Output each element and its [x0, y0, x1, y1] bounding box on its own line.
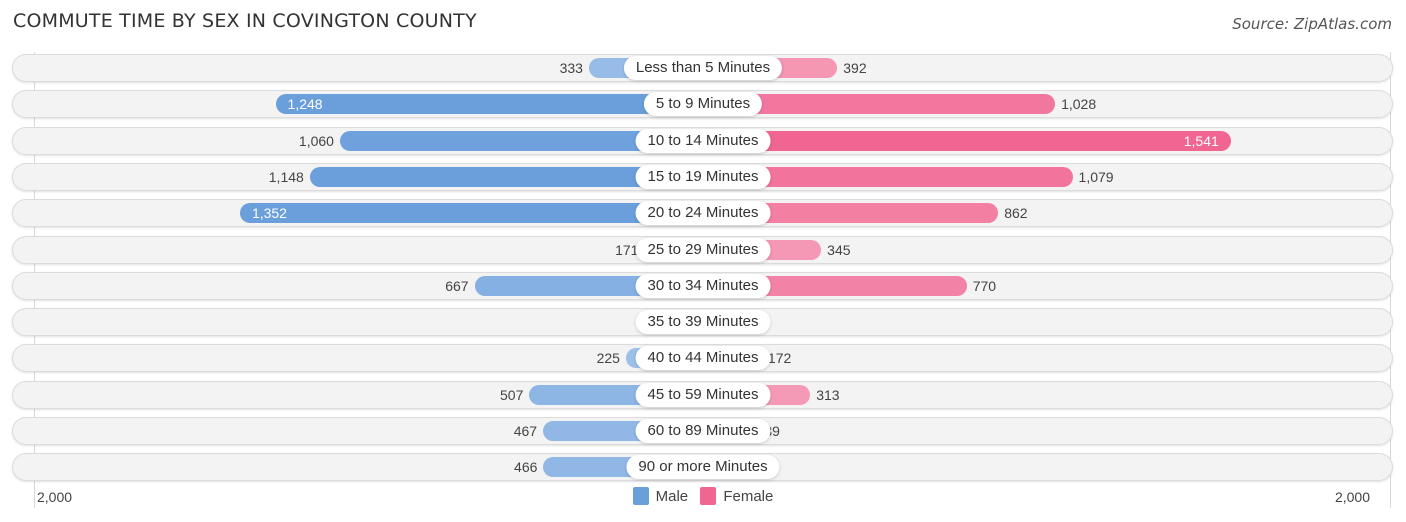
value-label-male: 1,148 — [268, 168, 304, 185]
category-label: 25 to 29 Minutes — [635, 237, 771, 262]
value-label-female: 1,028 — [1061, 96, 1097, 113]
value-label-male: 507 — [500, 386, 524, 403]
legend-item-female: Female — [700, 487, 773, 505]
bar-male — [239, 203, 703, 224]
category-label: 45 to 59 Minutes — [635, 382, 771, 407]
legend-swatch-male — [632, 487, 649, 505]
value-label-male: 467 — [513, 423, 538, 439]
bar-male — [275, 94, 703, 115]
category-label: 10 to 14 Minutes — [635, 128, 771, 153]
legend-swatch-female — [700, 487, 717, 505]
bar-female — [703, 130, 1231, 151]
category-label: 30 to 34 Minutes — [635, 273, 771, 298]
category-label: 15 to 19 Minutes — [635, 164, 771, 189]
value-label-male: 225 — [596, 350, 620, 367]
category-label: 60 to 89 Minutes — [635, 419, 771, 443]
value-label-female: 862 — [1004, 205, 1028, 222]
value-label-male: 333 — [559, 60, 583, 76]
value-label-female: 392 — [843, 60, 867, 76]
value-label-female: 345 — [827, 241, 851, 258]
value-label-male: 1,248 — [287, 96, 323, 113]
value-label-female: 770 — [972, 277, 997, 294]
legend-label-male: Male — [655, 487, 689, 505]
legend-label-female: Female — [723, 487, 774, 505]
value-label-female: 1,079 — [1078, 168, 1114, 185]
category-label: 40 to 44 Minutes — [635, 346, 771, 371]
category-label: Less than 5 Minutes — [623, 56, 783, 80]
value-label-male: 667 — [445, 277, 469, 294]
legend-item-male: Male — [632, 487, 689, 505]
value-label-female: 313 — [816, 386, 840, 403]
chart-area: 333 392 Less than 5 Minutes 1,248 1,028 5 to … — [0, 0, 1406, 522]
category-label: 20 to 24 Minutes — [635, 201, 771, 226]
category-label: 5 to 9 Minutes — [643, 92, 763, 117]
category-label: 90 or more Minutes — [626, 455, 780, 480]
value-label-male: 1,352 — [251, 205, 287, 222]
category-label: 35 to 39 Minutes — [635, 310, 771, 335]
value-label-female: 1,541 — [1183, 132, 1219, 149]
value-label-female: 172 — [767, 350, 792, 367]
value-label-male: 1,060 — [298, 132, 334, 149]
value-label-male: 466 — [514, 459, 538, 476]
legend: Male Female — [0, 487, 1406, 509]
